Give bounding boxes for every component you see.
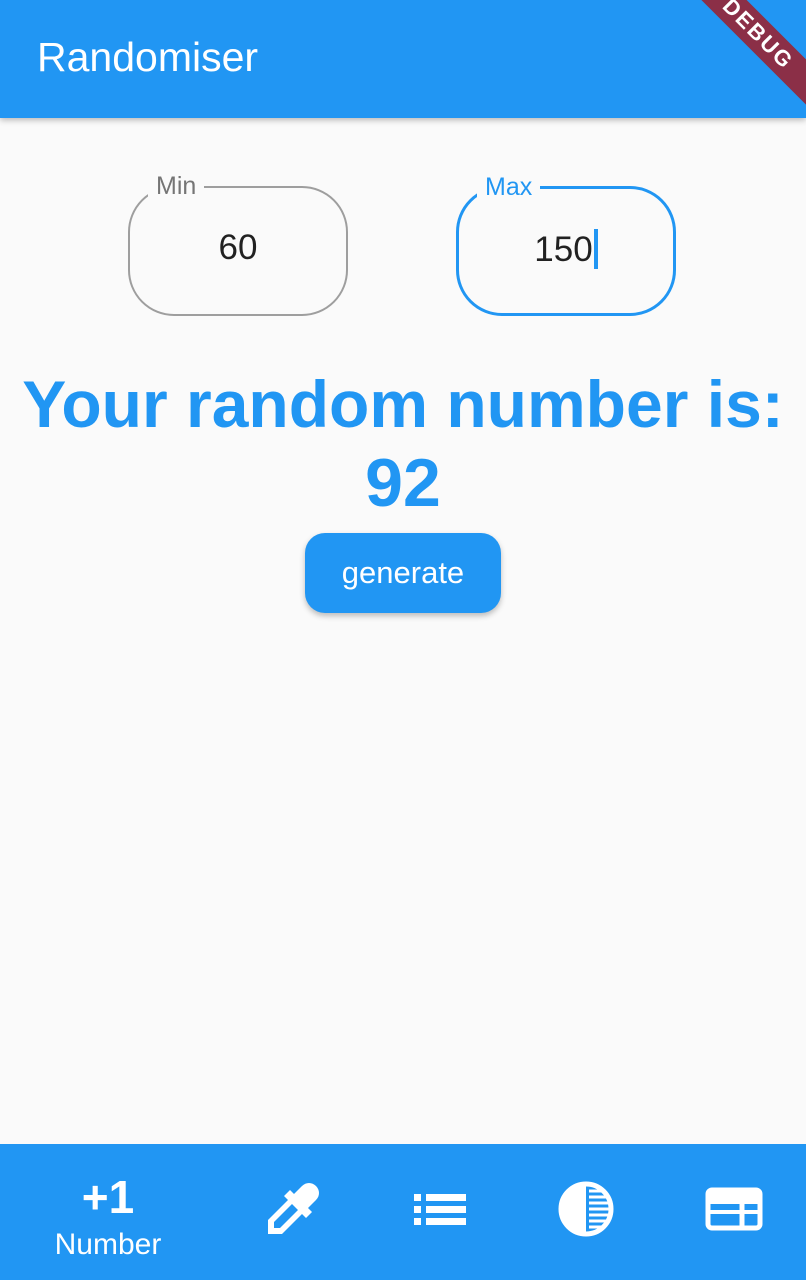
max-input[interactable]: 150 bbox=[459, 229, 673, 270]
nav-item-number[interactable]: +1 Number bbox=[33, 1144, 183, 1280]
random-number-value: 92 bbox=[365, 445, 441, 521]
plus-one-icon: +1 bbox=[81, 1171, 135, 1223]
eyedropper-icon bbox=[268, 1183, 319, 1234]
nav-item-layout[interactable] bbox=[658, 1144, 806, 1280]
max-field[interactable]: Max 150 bbox=[456, 173, 676, 316]
result-heading: Your random number is: bbox=[22, 367, 784, 441]
nav-item-color-picker[interactable] bbox=[218, 1144, 368, 1280]
max-field-label: Max bbox=[477, 173, 541, 202]
web-layout-icon bbox=[705, 1187, 763, 1231]
min-field[interactable]: Min 60 bbox=[128, 172, 348, 316]
generate-button[interactable]: generate bbox=[305, 533, 501, 613]
nav-item-list[interactable] bbox=[364, 1144, 514, 1280]
list-icon bbox=[414, 1194, 466, 1225]
nav-item-number-label: Number bbox=[54, 1228, 162, 1261]
min-input[interactable]: 60 bbox=[130, 228, 346, 268]
text-cursor bbox=[593, 229, 598, 269]
min-field-label: Min bbox=[148, 172, 205, 201]
app-bar: Randomiser bbox=[0, 0, 806, 118]
contrast-icon bbox=[558, 1181, 614, 1237]
min-input-value: 60 bbox=[218, 228, 258, 267]
app-title: Randomiser bbox=[37, 34, 259, 80]
bottom-navigation: +1 Number bbox=[0, 1144, 806, 1280]
nav-item-contrast[interactable] bbox=[511, 1144, 661, 1280]
max-input-value: 150 bbox=[534, 230, 593, 269]
